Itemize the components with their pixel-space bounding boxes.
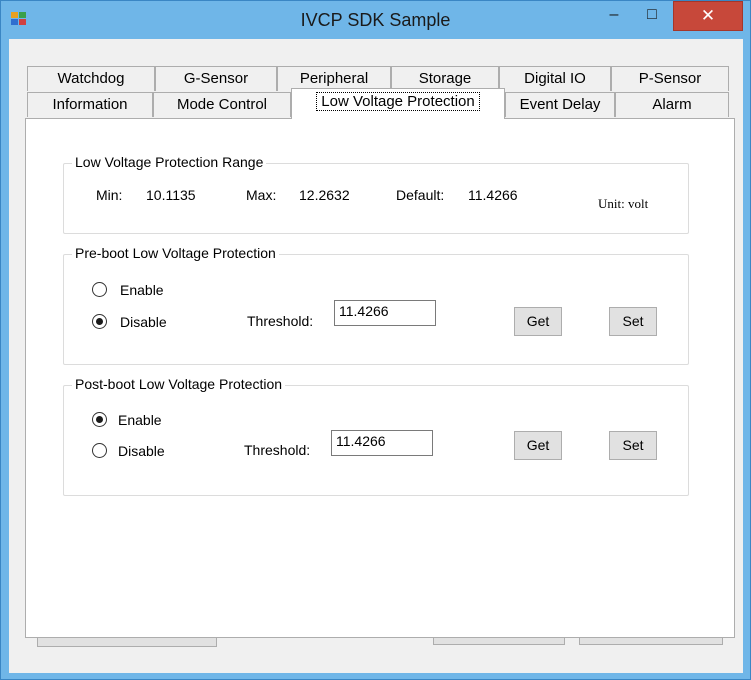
postboot-disable-label[interactable]: Disable [118, 443, 165, 459]
preboot-group-title: Pre-boot Low Voltage Protection [72, 245, 279, 261]
tab-page-low-voltage-protection: Low Voltage Protection Range Min: 10.113… [25, 118, 735, 638]
tab-digital-io[interactable]: Digital IO [499, 66, 611, 91]
unit-label: Unit: volt [598, 196, 649, 211]
tab-g-sensor[interactable]: G-Sensor [155, 66, 277, 91]
tab-information[interactable]: Information [27, 92, 153, 117]
preboot-get-button[interactable]: Get [514, 307, 562, 336]
postboot-group: Post-boot Low Voltage Protection Enable … [63, 376, 689, 496]
tab-event-delay[interactable]: Event Delay [505, 92, 615, 117]
preboot-enable-label[interactable]: Enable [120, 282, 164, 298]
tab-p-sensor[interactable]: P-Sensor [611, 66, 729, 91]
maximize-button[interactable]: □ [637, 1, 667, 31]
preboot-enable-radio[interactable] [92, 282, 107, 297]
preboot-threshold-input[interactable]: 11.4266 [334, 300, 436, 326]
minimize-button[interactable]: – [599, 1, 629, 31]
app-window: IVCP SDK Sample – □ ✕ Watchdog G-Sensor … [0, 0, 751, 680]
postboot-set-button[interactable]: Set [609, 431, 657, 460]
postboot-group-title: Post-boot Low Voltage Protection [72, 376, 286, 392]
preboot-threshold-label: Threshold: [247, 313, 314, 329]
postboot-threshold-input[interactable]: 11.4266 [331, 430, 433, 456]
max-label: Max: [246, 187, 277, 203]
tab-low-voltage-protection-label: Low Voltage Protection [316, 92, 480, 111]
preboot-set-button[interactable]: Set [609, 307, 657, 336]
tab-mode-control[interactable]: Mode Control [153, 92, 291, 117]
preboot-disable-radio[interactable] [92, 314, 107, 329]
default-value: 11.4266 [468, 187, 518, 203]
tab-low-voltage-protection[interactable]: Low Voltage Protection [291, 88, 505, 119]
preboot-disable-label[interactable]: Disable [120, 314, 167, 330]
default-label: Default: [396, 187, 445, 203]
min-label: Min: [96, 187, 123, 203]
tab-alarm[interactable]: Alarm [615, 92, 729, 117]
tab-watchdog[interactable]: Watchdog [27, 66, 155, 91]
postboot-disable-radio[interactable] [92, 443, 107, 458]
range-group-title: Low Voltage Protection Range [72, 154, 267, 170]
postboot-get-button[interactable]: Get [514, 431, 562, 460]
client-area: Watchdog G-Sensor Peripheral Storage Dig… [9, 39, 743, 673]
postboot-enable-radio[interactable] [92, 412, 107, 427]
title-bar[interactable]: IVCP SDK Sample – □ ✕ [1, 1, 750, 39]
min-value: 10.1135 [146, 187, 196, 203]
postboot-enable-label[interactable]: Enable [118, 412, 162, 428]
postboot-threshold-label: Threshold: [244, 442, 311, 458]
preboot-group: Pre-boot Low Voltage Protection Enable D… [63, 245, 689, 365]
close-button[interactable]: ✕ [673, 1, 743, 31]
max-value: 12.2632 [299, 187, 350, 203]
range-group: Low Voltage Protection Range Min: 10.113… [63, 154, 689, 234]
